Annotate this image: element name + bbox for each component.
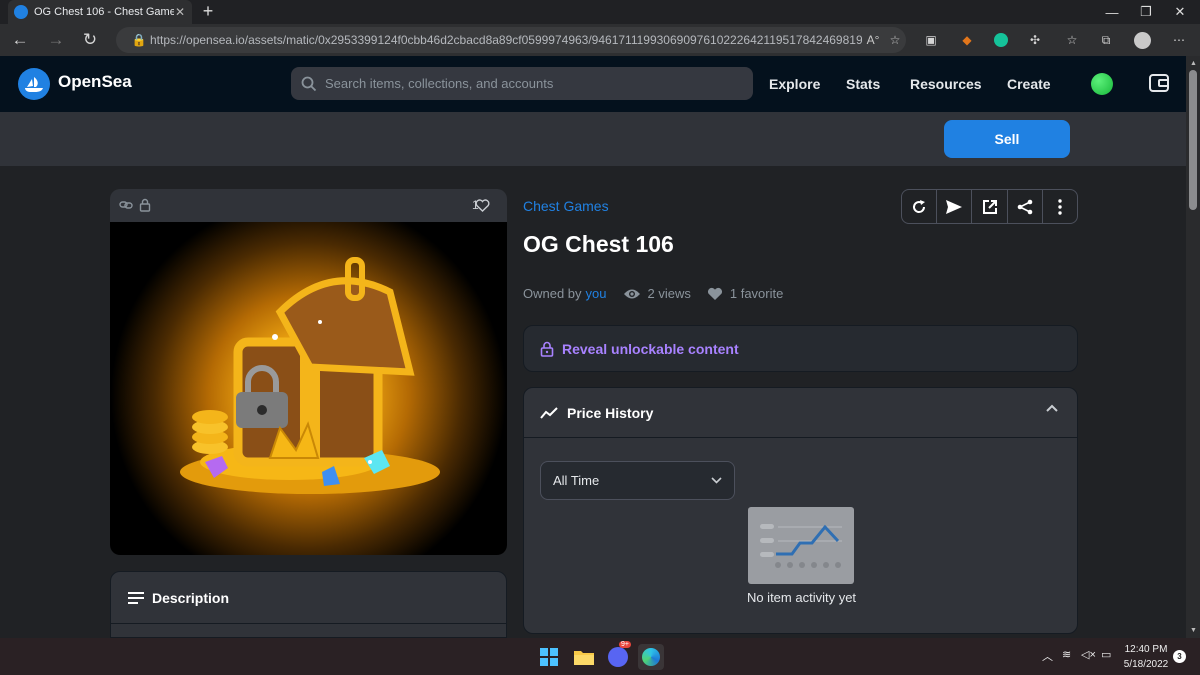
brand-name[interactable]: OpenSea [58, 72, 132, 92]
favorite-star-icon[interactable]: ☆ [884, 33, 906, 47]
treasure-chest-artwork[interactable] [110, 222, 507, 555]
scroll-up-icon[interactable]: ▲ [1190, 60, 1197, 67]
extension-icon-1[interactable]: ▣ [922, 31, 940, 49]
description-title: Description [152, 589, 230, 606]
wifi-icon[interactable]: ≋ [1062, 648, 1071, 661]
clock-time: 12:40 PM [1124, 644, 1168, 655]
treasure-chest-illustration [180, 257, 440, 494]
favorite-heart-icon [707, 287, 722, 300]
browser-tab[interactable]: OG Chest 106 - Chest Games | O ✕ [8, 0, 192, 24]
nav-resources[interactable]: Resources [910, 76, 982, 92]
price-history-title: Price History [567, 404, 654, 421]
windows-start-icon[interactable] [536, 644, 562, 670]
refresh-button[interactable]: ↻ [78, 28, 102, 52]
owned-by-label: Owned by [523, 286, 582, 301]
send-icon [946, 199, 963, 214]
collections-icon[interactable]: ⧉ [1097, 31, 1115, 49]
owner-link[interactable]: you [586, 286, 607, 301]
reveal-unlockable-label: Reveal unlockable content [562, 340, 739, 357]
description-header[interactable]: Description [111, 572, 506, 624]
extensions-icon[interactable]: ✣ [1026, 31, 1044, 49]
battery-icon[interactable]: ▭ [1101, 648, 1111, 661]
url-field[interactable]: 🔒 https://opensea.io/assets/matic/0x2953… [116, 27, 906, 53]
unlock-lock-icon [540, 341, 554, 357]
system-clock[interactable]: 12:40 PM 5/18/2022 [1122, 642, 1170, 672]
more-vertical-icon [1058, 198, 1062, 215]
chevron-up-icon[interactable] [1046, 404, 1058, 412]
trend-icon [540, 406, 558, 419]
browser-tab-bar: OG Chest 106 - Chest Games | O ✕ + — ❐ ✕ [0, 0, 1200, 24]
settings-more-icon[interactable]: ⋯ [1170, 31, 1188, 49]
search-icon [301, 76, 317, 91]
eye-icon [623, 289, 640, 298]
address-bar-row: ← → ↻ 🔒 https://opensea.io/assets/matic/… [0, 24, 1200, 56]
nav-create[interactable]: Create [1007, 76, 1051, 92]
volume-icon[interactable]: ◁× [1081, 648, 1096, 661]
time-range-value: All Time [553, 473, 600, 488]
tab-title: OG Chest 106 - Chest Games | O [34, 6, 174, 18]
item-meta: Owned by you 2 views 1 favorite [523, 286, 783, 301]
new-tab-button[interactable]: + [198, 2, 218, 22]
tray-overflow-icon[interactable]: ︿ [1042, 648, 1053, 664]
opensea-favicon-icon [14, 5, 28, 19]
read-aloud-icon[interactable]: A° [862, 33, 884, 47]
favorites-count: 1 favorite [729, 286, 784, 301]
grammarly-icon[interactable] [992, 31, 1010, 49]
favorite-count: 1 [472, 198, 479, 212]
item-media-card [110, 189, 507, 555]
item-action-group [901, 189, 1078, 224]
views-count: 2 views [647, 286, 691, 301]
no-activity-illustration [748, 507, 854, 584]
file-explorer-icon[interactable] [571, 644, 597, 670]
search-input[interactable] [325, 76, 753, 91]
media-card-header [110, 189, 507, 222]
reveal-unlockable-button[interactable]: Reveal unlockable content [523, 325, 1078, 372]
transfer-button[interactable] [937, 190, 973, 223]
time-range-select[interactable]: All Time [540, 461, 735, 500]
chevron-down-icon [711, 477, 722, 484]
close-tab-icon[interactable]: ✕ [174, 5, 186, 19]
discord-icon[interactable]: 9+ [605, 641, 631, 670]
opensea-logo-icon[interactable] [18, 68, 50, 100]
share-button[interactable] [1008, 190, 1043, 223]
favorites-icon[interactable]: ☆ [1063, 31, 1081, 49]
sell-button[interactable]: Sell [944, 120, 1070, 158]
scroll-down-icon[interactable]: ▼ [1190, 627, 1197, 634]
scrollbar-thumb[interactable] [1189, 70, 1197, 210]
metamask-icon[interactable]: ◆ [958, 31, 976, 49]
lock-icon: 🔒 [131, 33, 147, 47]
description-card: Description [110, 571, 507, 638]
close-window-icon[interactable]: ✕ [1160, 0, 1200, 24]
clock-date: 5/18/2022 [1123, 659, 1169, 670]
edge-browser-icon[interactable] [638, 644, 664, 670]
more-options-button[interactable] [1043, 190, 1077, 223]
search-bar[interactable] [291, 67, 753, 100]
external-link-icon [982, 199, 997, 214]
price-history-header[interactable]: Price History [524, 388, 1077, 438]
refresh-icon [913, 199, 926, 213]
windows-taskbar [0, 638, 1200, 675]
forward-button[interactable]: → [44, 28, 68, 52]
empty-chart-graphic [760, 524, 842, 568]
account-avatar[interactable] [1091, 73, 1113, 95]
discord-badge: 9+ [619, 641, 631, 648]
item-title: OG Chest 106 [523, 231, 674, 257]
chain-link-icon [119, 201, 133, 209]
collection-link[interactable]: Chest Games [523, 198, 609, 214]
price-history-card: Price History All Time No item activity … [523, 387, 1078, 634]
wallet-icon[interactable] [1148, 72, 1170, 94]
url-text[interactable]: https://opensea.io/assets/matic/0x295339… [150, 33, 862, 47]
notification-badge[interactable]: 3 [1173, 650, 1186, 663]
open-external-button[interactable] [972, 190, 1008, 223]
unlockable-lock-icon [139, 198, 151, 212]
back-button[interactable]: ← [8, 28, 32, 52]
no-activity-text: No item activity yet [746, 590, 857, 605]
description-lines-icon [128, 591, 144, 604]
nav-explore[interactable]: Explore [769, 76, 820, 92]
profile-icon[interactable] [1133, 31, 1151, 49]
refresh-metadata-button[interactable] [902, 190, 938, 223]
nav-stats[interactable]: Stats [846, 76, 880, 92]
share-icon [1017, 199, 1033, 214]
